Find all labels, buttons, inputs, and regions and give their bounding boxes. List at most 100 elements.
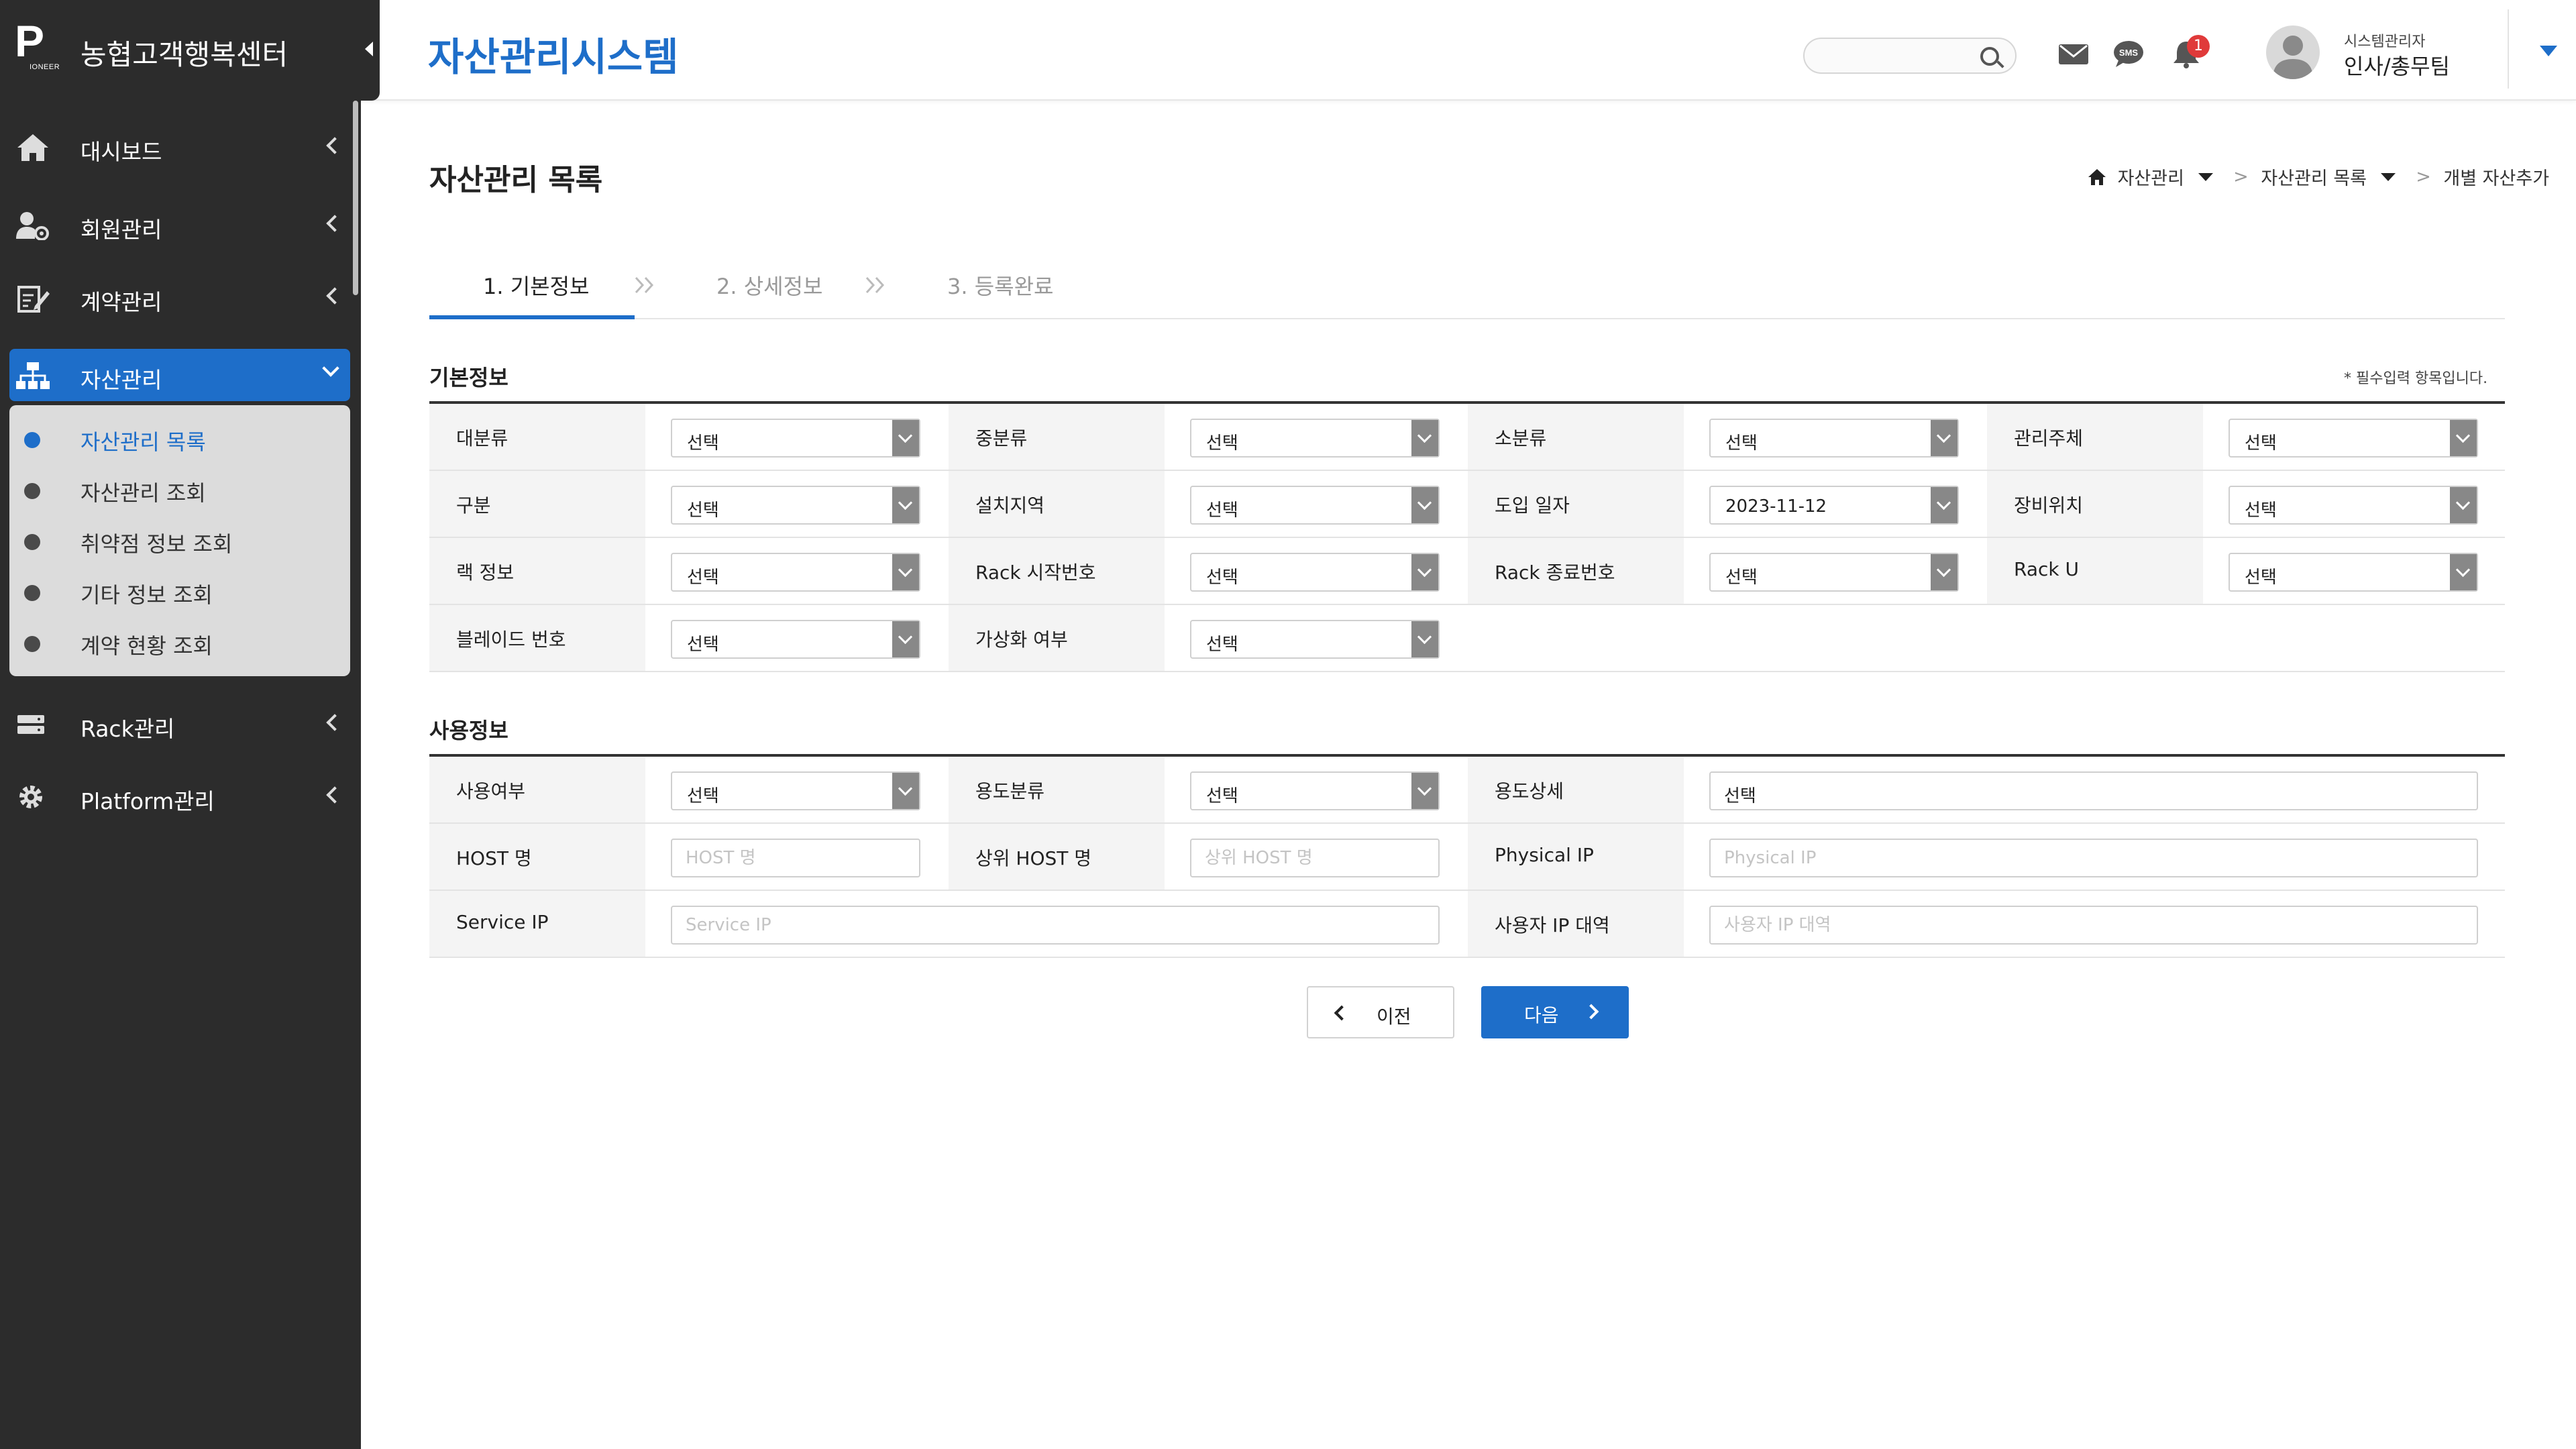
- purpose-type-select[interactable]: 선택: [1190, 771, 1440, 810]
- rack-u-select[interactable]: 선택: [2229, 553, 2478, 592]
- sidebar-item-rack[interactable]: Rack관리: [0, 698, 361, 751]
- sidebar-item-label: 계약관리: [80, 289, 162, 315]
- table-row: 랙 정보 선택 Rack 시작번호 선택 Rack 종료번호 선택 Rack U…: [429, 538, 2505, 605]
- rack-end-select[interactable]: 선택: [1709, 553, 1959, 592]
- field-label: HOST 명: [429, 824, 645, 890]
- sidebar-collapse-button[interactable]: [365, 42, 373, 56]
- submenu-vulnerability[interactable]: 취약점 정보 조회: [9, 517, 350, 564]
- submenu-label: 기타 정보 조회: [80, 582, 213, 608]
- tab-detail-info[interactable]: 2. 상세정보: [716, 270, 822, 301]
- parent-host-input[interactable]: [1190, 839, 1440, 877]
- major-category-select[interactable]: 선택: [671, 419, 920, 458]
- submenu-other-info[interactable]: 기타 정보 조회: [9, 568, 350, 614]
- chevron-down-icon: [2450, 487, 2477, 523]
- physical-ip-input[interactable]: [1709, 839, 2478, 877]
- table-row: Service IP 사용자 IP 대역: [429, 891, 2505, 958]
- bullet-icon: [24, 636, 40, 652]
- field-label: 소분류: [1468, 404, 1684, 470]
- bullet-icon: [24, 432, 40, 448]
- rack-info-select[interactable]: 선택: [671, 553, 920, 592]
- server-icon: [17, 715, 44, 734]
- sidebar-item-dashboard[interactable]: 대시보드: [0, 121, 361, 174]
- submenu-label: 자산관리 조회: [80, 480, 206, 506]
- virtualization-select[interactable]: 선택: [1190, 620, 1440, 659]
- purpose-detail-field[interactable]: 선택: [1709, 771, 2478, 810]
- minor-category-select[interactable]: 선택: [1709, 419, 1959, 458]
- submenu-asset-search[interactable]: 자산관리 조회: [9, 466, 350, 513]
- field-label: 중분류: [949, 404, 1165, 470]
- field-label: 관리주체: [1987, 404, 2203, 470]
- sidebar-item-label: 자산관리: [80, 367, 162, 393]
- sidebar-item-assets[interactable]: 자산관리: [0, 349, 361, 402]
- field-label: Rack 시작번호: [949, 538, 1165, 604]
- table-row: HOST 명 상위 HOST 명 Physical IP: [429, 824, 2505, 891]
- host-name-input[interactable]: [671, 839, 920, 877]
- logo-subtext: IONEER: [30, 63, 60, 71]
- caret-down-icon[interactable]: [2380, 172, 2396, 181]
- mail-icon[interactable]: [2057, 39, 2090, 68]
- equipment-location-select[interactable]: 선택: [2229, 486, 2478, 525]
- avatar[interactable]: [2266, 25, 2320, 79]
- division-select[interactable]: 선택: [671, 486, 920, 525]
- breadcrumb-item-current: 개별 자산추가: [2443, 168, 2550, 189]
- field-label: 설치지역: [949, 471, 1165, 537]
- install-region-select[interactable]: 선택: [1190, 486, 1440, 525]
- double-chevron-right-icon: [635, 276, 654, 294]
- sidebar-item-platform[interactable]: Platform관리: [0, 770, 361, 824]
- sidebar-item-members[interactable]: 회원관리: [0, 199, 361, 252]
- table-row: 구분 선택 설치지역 선택 도입 일자 2023-11-12 장비위치 선택: [429, 471, 2505, 538]
- tab-basic-info[interactable]: 1. 기본정보: [483, 270, 589, 301]
- sms-icon[interactable]: SMS: [2112, 39, 2145, 68]
- chevron-down-icon: [1931, 487, 1957, 523]
- chevron-down-icon: [892, 621, 919, 657]
- breadcrumb-item[interactable]: 자산관리 목록: [2261, 164, 2367, 190]
- step-tabs: 1. 기본정보 2. 상세정보 3. 등록완료: [429, 262, 2505, 319]
- assets-submenu: 자산관리 목록 자산관리 조회 취약점 정보 조회 기타 정보 조회 계약 현황…: [9, 405, 350, 676]
- submenu-contract-status[interactable]: 계약 현황 조회: [9, 619, 350, 665]
- network-icon: [16, 362, 50, 389]
- middle-category-select[interactable]: 선택: [1190, 419, 1440, 458]
- submenu-label: 취약점 정보 조회: [80, 531, 233, 557]
- breadcrumb-item[interactable]: 자산관리: [2118, 164, 2184, 190]
- bullet-icon: [24, 585, 40, 601]
- sms-icon-text: SMS: [2119, 48, 2139, 58]
- user-silhouette-icon: [2273, 36, 2313, 79]
- chevron-down-icon: [1931, 420, 1957, 456]
- user-gear-icon: [16, 212, 49, 240]
- next-button[interactable]: 다음: [1481, 986, 1629, 1038]
- user-menu-caret-icon[interactable]: [2540, 46, 2557, 56]
- field-label: Physical IP: [1468, 824, 1684, 890]
- pioneer-logo: P IONEER: [15, 19, 62, 72]
- sidebar-item-contracts[interactable]: 계약관리: [0, 271, 361, 325]
- submenu-asset-list[interactable]: 자산관리 목록: [9, 415, 350, 462]
- contract-icon: [17, 286, 50, 313]
- field-label: 사용여부: [429, 757, 645, 822]
- search-icon[interactable]: [1980, 47, 1999, 66]
- intro-date-picker[interactable]: 2023-11-12: [1709, 486, 1959, 525]
- page-title: 자산관리 목록: [429, 163, 603, 197]
- usage-info-title: 사용정보: [429, 718, 508, 743]
- manager-select[interactable]: 선택: [2229, 419, 2478, 458]
- prev-button[interactable]: 이전: [1307, 986, 1454, 1038]
- search-input[interactable]: [1818, 46, 1972, 67]
- chevron-left-icon: [1334, 1005, 1350, 1021]
- chevron-left-icon: [326, 287, 343, 305]
- use-yn-select[interactable]: 선택: [671, 771, 920, 810]
- notification-badge: 1: [2187, 35, 2210, 58]
- search-box[interactable]: [1803, 38, 2017, 74]
- chevron-down-icon: [892, 420, 919, 456]
- home-icon[interactable]: [2088, 168, 2106, 186]
- chevron-left-icon: [326, 137, 343, 154]
- rack-start-select[interactable]: 선택: [1190, 553, 1440, 592]
- caret-down-icon[interactable]: [2198, 172, 2213, 181]
- service-ip-input[interactable]: [671, 906, 1440, 945]
- home-icon: [17, 134, 48, 161]
- gear-icon: [19, 786, 42, 808]
- blade-number-select[interactable]: 선택: [671, 620, 920, 659]
- field-label: 블레이드 번호: [429, 605, 645, 671]
- chevron-down-icon: [892, 487, 919, 523]
- user-ip-range-input[interactable]: [1709, 906, 2478, 945]
- field-label: 장비위치: [1987, 471, 2203, 537]
- sidebar-item-label: 대시보드: [80, 139, 162, 165]
- tab-complete[interactable]: 3. 등록완료: [947, 270, 1053, 301]
